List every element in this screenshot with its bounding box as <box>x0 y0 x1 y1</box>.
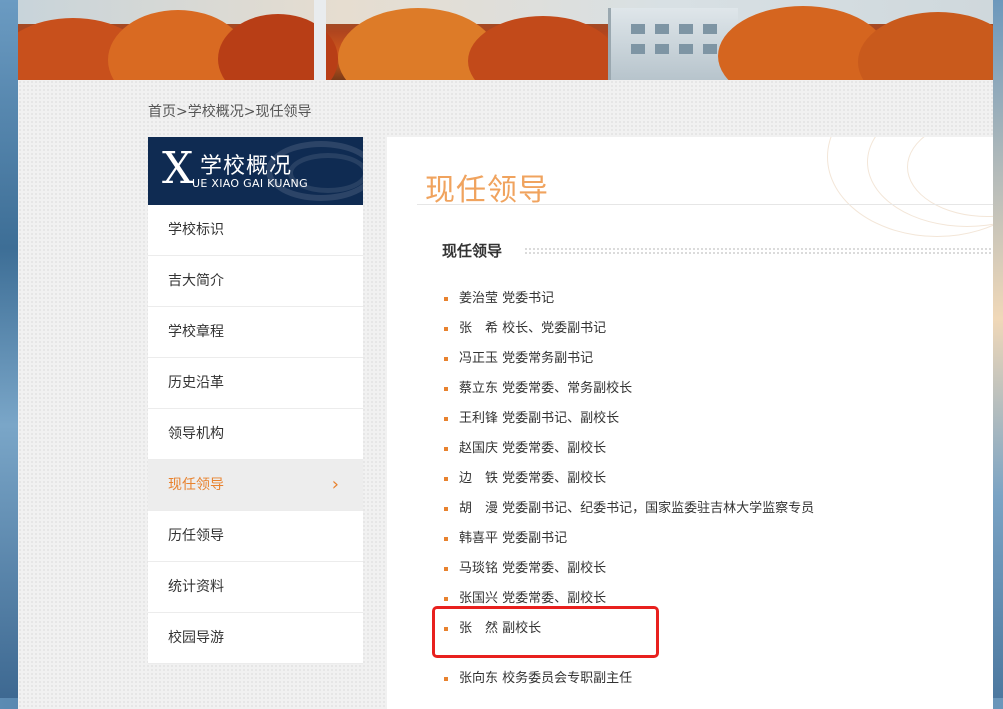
breadcrumb-home[interactable]: 首页 <box>148 104 176 120</box>
sidebar-item-history[interactable]: 历史沿革 <box>148 358 363 409</box>
sidebar-header-title: 学校概况 <box>200 154 293 179</box>
bullet-icon <box>444 597 448 601</box>
bullet-icon <box>444 677 448 681</box>
sidebar-item-charter[interactable]: 学校章程 <box>148 307 363 358</box>
bullet-icon <box>444 567 448 571</box>
sidebar: X 学校概况 UE XIAO GAI KUANG 学校标识 吉大简介 学校章程 … <box>148 137 363 664</box>
sidebar-item-label: 领导机构 <box>168 426 224 442</box>
sidebar-item-label: 学校章程 <box>168 324 224 340</box>
annotation-highlight-box <box>432 606 659 658</box>
sidebar-item-label: 历任领导 <box>168 528 224 544</box>
sidebar-item-campus-tour[interactable]: 校园导游 <box>148 613 363 664</box>
sidebar-item-current-leaders[interactable]: 现任领导 › <box>148 460 363 511</box>
bullet-icon <box>444 357 448 361</box>
sidebar-item-label: 历史沿革 <box>168 375 224 391</box>
background-right <box>993 0 1003 709</box>
section-heading-text: 现任领导 <box>442 240 513 261</box>
chevron-right-icon: › <box>331 474 339 495</box>
breadcrumb-section[interactable]: 学校概况 <box>188 104 244 120</box>
page-title: 现任领导 <box>425 173 549 208</box>
background-left <box>0 0 18 709</box>
bullet-icon <box>444 327 448 331</box>
bullet-icon <box>444 477 448 481</box>
bullet-icon <box>444 297 448 301</box>
sidebar-item-introduction[interactable]: 吉大简介 <box>148 256 363 307</box>
sidebar-header-initial: X <box>162 143 194 194</box>
bullet-icon <box>444 507 448 511</box>
title-divider <box>417 204 993 205</box>
section-heading: 现任领导 <box>442 240 993 262</box>
header-banner <box>18 0 993 80</box>
breadcrumb-separator: > <box>243 104 256 120</box>
bullet-icon <box>444 537 448 541</box>
sidebar-menu: 学校标识 吉大简介 学校章程 历史沿革 领导机构 现任领导 › 历任领导 统计资料… <box>148 205 363 664</box>
bullet-icon <box>444 387 448 391</box>
breadcrumb-current[interactable]: 现任领导 <box>255 104 311 120</box>
sidebar-item-label: 现任领导 <box>168 477 224 493</box>
breadcrumb-separator: > <box>176 104 188 120</box>
sidebar-item-label: 学校标识 <box>168 222 224 238</box>
sidebar-item-school-identity[interactable]: 学校标识 <box>148 205 363 256</box>
sidebar-item-label: 统计资料 <box>168 579 224 595</box>
sidebar-item-statistics[interactable]: 统计资料 <box>148 562 363 613</box>
breadcrumb: 首页>学校概况>现任领导 <box>148 101 311 121</box>
sidebar-item-label: 校园导游 <box>168 630 224 646</box>
sidebar-item-leadership-bodies[interactable]: 领导机构 <box>148 409 363 460</box>
decorative-pattern <box>787 137 993 247</box>
bullet-icon <box>444 447 448 451</box>
bullet-icon <box>444 417 448 421</box>
sidebar-header-pinyin: UE XIAO GAI KUANG <box>192 177 308 190</box>
sidebar-item-former-leaders[interactable]: 历任领导 <box>148 511 363 562</box>
sidebar-header: X 学校概况 UE XIAO GAI KUANG <box>148 137 363 205</box>
sidebar-item-label: 吉大简介 <box>168 273 224 289</box>
